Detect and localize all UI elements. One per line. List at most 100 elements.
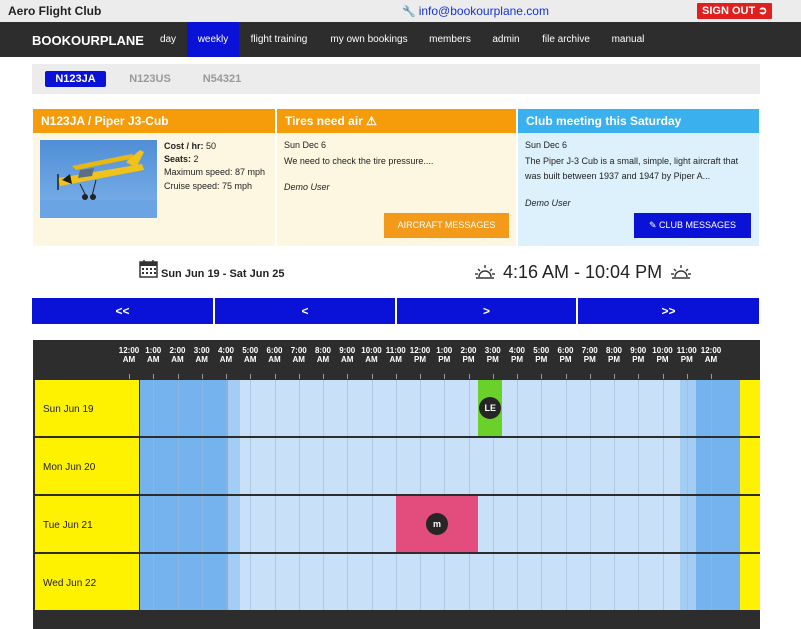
previous-week-button[interactable]: <: [215, 298, 395, 324]
time-slot-band[interactable]: [680, 438, 696, 494]
sunset-icon: [671, 265, 691, 279]
hour-gridline: [517, 380, 518, 436]
hour-gridline: [614, 438, 615, 494]
hour-gridline: [177, 496, 179, 552]
aircraft-messages-button[interactable]: AIRCRAFT MESSAGES: [384, 213, 509, 238]
hour-gridline: [323, 554, 324, 610]
hour-gridline: [565, 438, 567, 494]
hour-gridline: [298, 380, 300, 436]
hour-gridline: [420, 438, 421, 494]
hour-tick: [711, 374, 712, 379]
time-slot-band[interactable]: [696, 554, 740, 610]
hour-gridline: [711, 380, 712, 436]
time-slot-band[interactable]: [696, 438, 740, 494]
hour-tick: [395, 374, 397, 379]
aircraft-photo: [40, 140, 157, 218]
club-message-title: Club meeting this Saturday: [518, 109, 759, 133]
first-week-button[interactable]: <<: [32, 298, 213, 324]
hour-gridline: [662, 554, 664, 610]
sign-out-icon: ➲: [758, 5, 768, 17]
brand-logo[interactable]: BOOKOURPLANE: [32, 33, 144, 48]
hour-gridline: [541, 380, 543, 436]
sign-out-button[interactable]: SIGN OUT ➲: [697, 3, 773, 19]
hour-gridline: [662, 438, 664, 494]
hour-gridline: [541, 438, 543, 494]
nav-my-own-bookings[interactable]: my own bookings: [322, 22, 416, 57]
email-link[interactable]: 🔧 info@bookourplane.com: [402, 4, 549, 18]
time-slot-band[interactable]: [228, 380, 240, 436]
sign-out-label: SIGN OUT: [702, 5, 756, 17]
hour-gridline: [226, 496, 227, 552]
nav-flight-training[interactable]: flight training: [242, 22, 316, 57]
time-slot-band[interactable]: [228, 438, 240, 494]
row-end-band: [740, 438, 760, 494]
hour-gridline: [662, 380, 664, 436]
nav-file-archive[interactable]: file archive: [533, 22, 599, 57]
nav-weekly[interactable]: weekly: [187, 22, 239, 57]
club-name: Aero Flight Club: [8, 4, 102, 18]
hour-gridline: [298, 438, 300, 494]
hour-gridline: [226, 380, 227, 436]
weekly-schedule: 12:00 AM 1:00 AM 2:00 AM 3:00 AM 4:00 AM 5:00 AM 6:0…: [33, 340, 760, 629]
hour-gridline: [201, 554, 203, 610]
club-messages-button-label: CLUB MESSAGES: [659, 220, 737, 230]
hour-gridline: [201, 380, 203, 436]
hour-gridline: [589, 554, 591, 610]
edit-icon: ✎: [648, 220, 657, 230]
hour-gridline: [274, 438, 276, 494]
top-bar: Aero Flight Club 🔧 info@bookourplane.com …: [0, 0, 801, 22]
hour-gridline: [153, 380, 155, 436]
plane-illustration: [40, 150, 157, 218]
hour-gridline: [589, 496, 591, 552]
hour-gridline: [371, 438, 373, 494]
hour-gridline: [250, 438, 252, 494]
time-slot-band[interactable]: [696, 380, 740, 436]
hour-gridline: [614, 554, 615, 610]
time-slot-band[interactable]: [228, 554, 240, 610]
tab-aircraft-n123us[interactable]: N123US: [124, 71, 176, 87]
aircraft-message-header: Tires need air ⚠: [277, 109, 516, 133]
hour-gridline: [638, 438, 640, 494]
calendar-icon[interactable]: [139, 259, 158, 278]
hour-tick: [662, 374, 664, 379]
hour-gridline: [177, 438, 179, 494]
hour-tick: [250, 374, 252, 379]
tab-aircraft-n123ja[interactable]: N123JA: [45, 71, 106, 87]
aircraft-messages-panel: Tires need air ⚠ Sun Dec 6 We need to ch…: [277, 109, 516, 246]
hour-gridline: [153, 438, 155, 494]
booking-block[interactable]: LE: [478, 380, 503, 436]
last-week-button[interactable]: >>: [578, 298, 759, 324]
hour-gridline: [250, 496, 252, 552]
hour-gridline: [395, 554, 397, 610]
booking-block[interactable]: m: [395, 496, 479, 552]
nav-manual[interactable]: manual: [604, 22, 652, 57]
time-slot-band[interactable]: [680, 380, 696, 436]
aircraft-message-user: Demo User: [284, 182, 330, 192]
schedule-row[interactable]: Tue Jun 21 m: [33, 496, 760, 552]
tab-aircraft-n54321[interactable]: N54321: [196, 71, 248, 87]
day-label-text: Mon Jun 20: [43, 462, 96, 473]
hour-tick: [177, 374, 179, 379]
nav-members[interactable]: members: [421, 22, 479, 57]
schedule-row[interactable]: Sun Jun 19 LE: [33, 380, 760, 436]
club-message-text: The Piper J-3 Cub is a small, simple, li…: [525, 156, 739, 181]
time-slot-band[interactable]: [228, 496, 240, 552]
hour-gridline: [468, 438, 470, 494]
sunrise-icon: [475, 265, 495, 279]
hour-gridline: [468, 380, 470, 436]
nav-admin[interactable]: admin: [485, 22, 527, 57]
hour-gridline: [371, 380, 373, 436]
schedule-row[interactable]: Mon Jun 20: [33, 438, 760, 494]
hour-tick: [565, 374, 567, 379]
hour-tick: [468, 374, 470, 379]
time-slot-band[interactable]: [696, 496, 740, 552]
hour-gridline: [686, 554, 688, 610]
hour-gridline: [711, 554, 712, 610]
nav-day[interactable]: day: [151, 22, 185, 57]
time-slot-band[interactable]: [680, 496, 696, 552]
next-week-button[interactable]: >: [397, 298, 576, 324]
schedule-row[interactable]: Wed Jun 22: [33, 554, 760, 610]
club-messages-button[interactable]: ✎ CLUB MESSAGES: [634, 213, 751, 238]
time-slot-band[interactable]: [680, 554, 696, 610]
hour-gridline: [444, 380, 446, 436]
